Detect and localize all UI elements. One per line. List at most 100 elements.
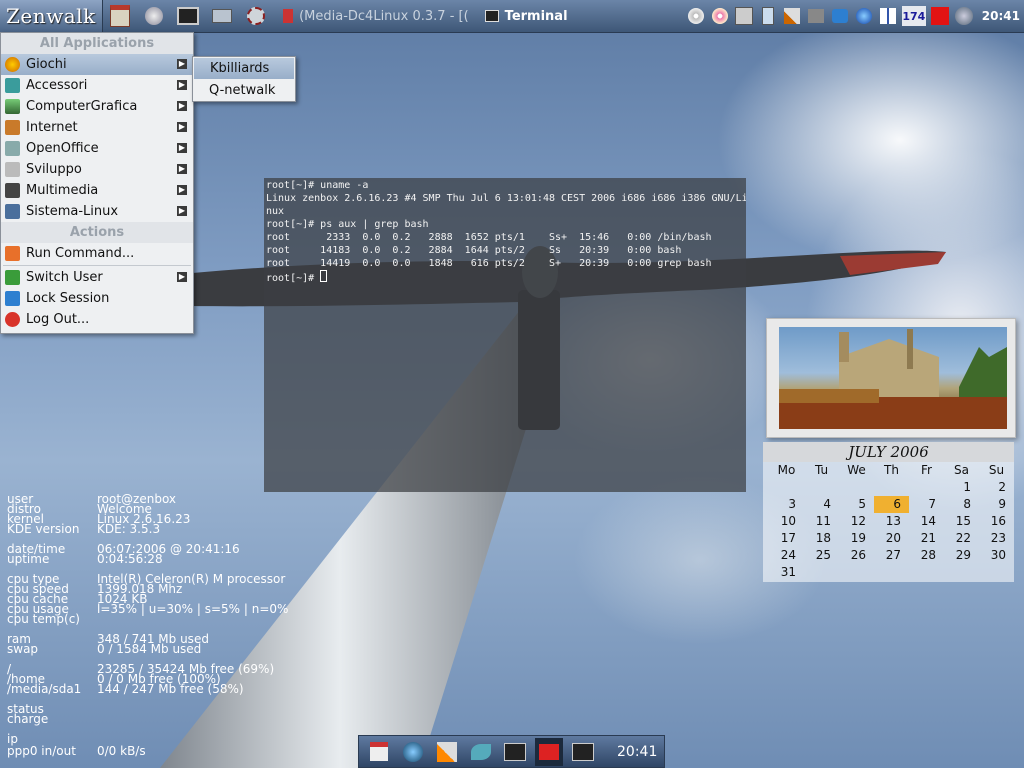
- red-flag-icon[interactable]: [930, 6, 950, 26]
- laptop-icon: [211, 9, 232, 23]
- sound-icon[interactable]: [830, 6, 850, 26]
- calendar-day[interactable]: 9: [979, 496, 1014, 513]
- top-panel: Zenwalk (Media-Dc4Linux 0.3.7 - [( Termi…: [0, 0, 1024, 33]
- calendar-day[interactable]: 22: [944, 530, 979, 547]
- menu-item-lock-session[interactable]: Lock Session: [1, 288, 193, 309]
- calendar-day[interactable]: 2: [979, 479, 1014, 496]
- calendar-day[interactable]: 21: [909, 530, 944, 547]
- tools-launcher[interactable]: [433, 738, 461, 766]
- home-icon: [109, 5, 130, 27]
- menu-item-computergrafica[interactable]: ComputerGrafica ▶: [1, 96, 193, 117]
- menu-item-sistema-linux[interactable]: Sistema-Linux ▶: [1, 201, 193, 222]
- menu-item-log-out[interactable]: Log Out...: [1, 309, 193, 330]
- calendar-day[interactable]: 29: [944, 547, 979, 564]
- menu-item-giochi[interactable]: Giochi ▶: [1, 54, 193, 75]
- calendar-day[interactable]: 19: [839, 530, 874, 547]
- power-manager-icon[interactable]: [954, 6, 974, 26]
- calendar-day[interactable]: 31: [769, 564, 804, 581]
- menu-item-switch-user[interactable]: Switch User ▶: [1, 267, 193, 288]
- calendar-weekday: Th: [884, 463, 899, 477]
- calendar-day[interactable]: 15: [944, 513, 979, 530]
- calendar-day[interactable]: 28: [909, 547, 944, 564]
- network-icon[interactable]: [806, 6, 826, 26]
- taskbar-item-terminal[interactable]: Terminal: [479, 3, 574, 29]
- calendar-day[interactable]: 24: [769, 547, 804, 564]
- calendar-day[interactable]: 27: [874, 547, 909, 564]
- submenu-arrow-icon: ▶: [177, 272, 187, 282]
- panel-clock[interactable]: 20:41: [982, 9, 1020, 23]
- menu-item-label: Lock Session: [26, 291, 110, 306]
- harddisk-icon[interactable]: [734, 6, 754, 26]
- home-folder-launcher[interactable]: [107, 4, 133, 28]
- calendar-day[interactable]: 23: [979, 530, 1014, 547]
- sysinfo-row-ip: ip: [7, 732, 288, 746]
- usb-stick-icon[interactable]: [758, 6, 778, 26]
- package-manager-launcher[interactable]: [141, 4, 167, 28]
- media-player-launcher[interactable]: [535, 737, 563, 766]
- pen-icon: [471, 743, 491, 760]
- dvd-icon[interactable]: [710, 6, 730, 26]
- sysinfo-row-ppp: ppp0 in/out 0/0 kB/s: [7, 744, 288, 758]
- calendar-day[interactable]: 7: [909, 496, 944, 513]
- photo-frame-widget[interactable]: [766, 318, 1016, 438]
- menu-item-accessori[interactable]: Accessori ▶: [1, 75, 193, 96]
- sysinfo-key: cpu temp(c): [7, 612, 80, 626]
- menu-item-label: ComputerGrafica: [26, 99, 138, 114]
- menu-item-sviluppo[interactable]: Sviluppo ▶: [1, 159, 193, 180]
- menu-item-label: Run Command...: [26, 246, 135, 261]
- menu-item-multimedia[interactable]: Multimedia ▶: [1, 180, 193, 201]
- calendar-day[interactable]: 14: [909, 513, 944, 530]
- calendar-day[interactable]: 30: [979, 547, 1014, 564]
- calendar-day[interactable]: 18: [804, 530, 839, 547]
- calendar-day[interactable]: 25: [804, 547, 839, 564]
- submenu-item-kbilliards[interactable]: Kbilliards: [194, 58, 294, 79]
- menu-item-openoffice[interactable]: OpenOffice ▶: [1, 138, 193, 159]
- calendar-day[interactable]: 11: [804, 513, 839, 530]
- menu-item-internet[interactable]: Internet ▶: [1, 117, 193, 138]
- terminal-launcher[interactable]: [175, 4, 201, 28]
- calendar-day[interactable]: 4: [804, 496, 839, 513]
- desktop-pager-icon[interactable]: [878, 6, 898, 26]
- calendar-day[interactable]: 13: [874, 513, 909, 530]
- sysinfo-key: ip: [7, 732, 18, 746]
- cdrom-icon[interactable]: [686, 6, 706, 26]
- calendar-empty-cell: [874, 479, 909, 496]
- file-manager-launcher[interactable]: [209, 4, 235, 28]
- terminal-line: nux: [266, 206, 285, 217]
- counter-badge[interactable]: 174: [901, 6, 926, 26]
- taskbar-item-media[interactable]: (Media-Dc4Linux 0.3.7 - [(: [277, 3, 475, 29]
- sysinfo-key: uptime: [7, 552, 50, 566]
- calendar-weekday: Mo: [777, 463, 796, 477]
- start-menu-button[interactable]: Zenwalk: [0, 0, 103, 32]
- calendar-day[interactable]: 8: [944, 496, 979, 513]
- calendar-day[interactable]: 17: [769, 530, 804, 547]
- globe-icon[interactable]: [854, 6, 874, 26]
- calendar-weekday: Sa: [954, 463, 969, 477]
- terminal-icon: [572, 742, 594, 761]
- calendar-day[interactable]: 1: [944, 479, 979, 496]
- calendar-day[interactable]: 20: [874, 530, 909, 547]
- sysinfo-key: KDE version: [7, 522, 80, 536]
- terminal-launcher[interactable]: [501, 738, 529, 766]
- bottom-clock[interactable]: 20:41: [617, 744, 657, 760]
- terminal-line: Linux zenbox 2.6.16.23 #4 SMP Thu Jul 6 …: [266, 193, 746, 204]
- calendar-day[interactable]: 26: [839, 547, 874, 564]
- sysinfo-value: KDE: 3.5.3: [97, 522, 161, 536]
- terminal-window[interactable]: root[~]# uname -a Linux zenbox 2.6.16.23 …: [264, 178, 746, 492]
- calendar-day[interactable]: 5: [839, 496, 874, 513]
- calendar-day[interactable]: 3: [769, 496, 804, 513]
- calendar-day[interactable]: 10: [769, 513, 804, 530]
- calendar-day[interactable]: 12: [839, 513, 874, 530]
- settings-launcher[interactable]: [243, 4, 269, 28]
- home-launcher[interactable]: [365, 738, 393, 766]
- browser-launcher[interactable]: [399, 738, 427, 766]
- calendar-day[interactable]: 16: [979, 513, 1014, 530]
- menu-header-actions: Actions: [1, 222, 193, 243]
- menu-item-run-command[interactable]: Run Command...: [1, 243, 193, 264]
- editor-launcher[interactable]: [467, 738, 495, 766]
- taskbar-terminal-button[interactable]: [569, 738, 597, 766]
- calendar-today[interactable]: 6: [874, 496, 909, 513]
- submenu-item-q-netwalk[interactable]: Q-netwalk: [193, 80, 295, 101]
- tools-icon[interactable]: [782, 6, 802, 26]
- sysinfo-value: 0/0 kB/s: [97, 744, 146, 758]
